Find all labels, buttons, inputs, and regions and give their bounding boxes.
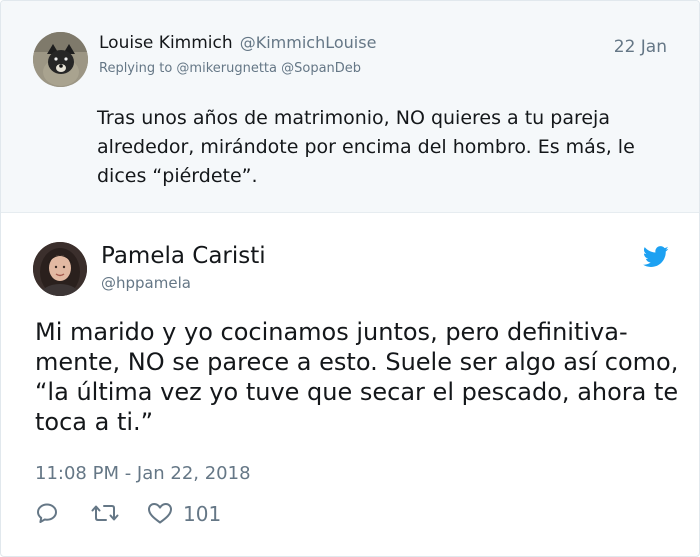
parent-tweet[interactable]: Louise Kimmich @KimmichLouise 22 Jan Rep… — [1, 1, 699, 213]
parent-display-name[interactable]: Louise Kimmich — [99, 33, 233, 53]
parent-date[interactable]: 22 Jan — [614, 37, 667, 57]
reply-button[interactable] — [35, 501, 61, 529]
main-display-name[interactable]: Pamela Caristi — [101, 243, 266, 269]
tweet-timestamp[interactable]: 11:08 PM - Jan 22, 2018 — [35, 463, 251, 484]
retweet-icon — [91, 501, 121, 525]
twitter-bird-icon[interactable] — [643, 246, 669, 268]
tweet-embed: Louise Kimmich @KimmichLouise 22 Jan Rep… — [0, 0, 700, 557]
retweet-button[interactable] — [91, 501, 121, 529]
like-count: 101 — [183, 502, 222, 526]
main-avatar[interactable] — [33, 242, 87, 296]
main-tweet-text: Mi marido y yo cocinamos juntos, pero de… — [35, 318, 679, 436]
replying-to[interactable]: Replying to @mikerugnetta @SopanDeb — [99, 61, 361, 76]
parent-tweet-text: Tras unos años de matrimonio, NO quieres… — [97, 107, 635, 187]
main-handle[interactable]: @hppamela — [101, 274, 191, 292]
like-button[interactable]: 101 — [147, 501, 237, 529]
parent-avatar[interactable] — [33, 32, 88, 87]
reply-icon — [35, 501, 61, 525]
parent-author[interactable]: Louise Kimmich @KimmichLouise — [99, 33, 376, 53]
parent-handle[interactable]: @KimmichLouise — [240, 33, 377, 52]
